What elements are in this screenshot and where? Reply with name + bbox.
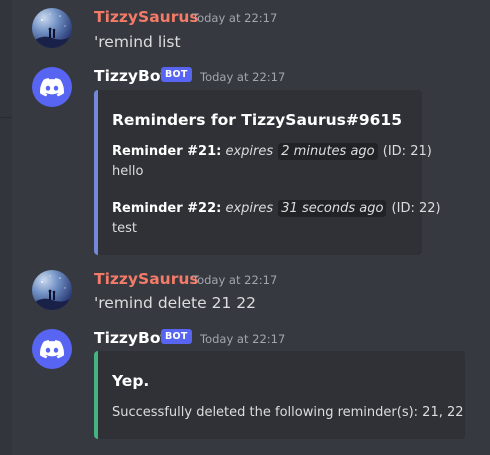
discord-logo-icon	[40, 339, 64, 358]
author-name[interactable]: TizzySaurus	[94, 8, 199, 26]
message-timestamp[interactable]: Today at 22:17	[200, 70, 285, 84]
discord-logo-icon	[40, 77, 64, 96]
reminder-label: Reminder #22:	[112, 201, 222, 216]
bot-tag: BOT	[161, 67, 192, 82]
message-timestamp[interactable]: Today at 22:17	[192, 11, 277, 25]
author-name[interactable]: TizzyBot	[94, 329, 168, 347]
reminder-field-header: Reminder #22: expires 31 seconds ago (ID…	[112, 200, 441, 217]
confirmation-embed: Yep. Successfully deleted the following …	[94, 351, 465, 439]
reminder-body: test	[112, 221, 137, 236]
message-content: 'remind list	[94, 33, 181, 51]
message-content: 'remind delete 21 22	[94, 294, 256, 312]
embed-title: Reminders for TizzySaurus#9615	[112, 111, 402, 129]
author-name[interactable]: TizzySaurus	[94, 270, 199, 288]
bot-avatar[interactable]	[32, 329, 72, 369]
message-timestamp[interactable]: Today at 22:17	[200, 332, 285, 346]
reminder-label: Reminder #21:	[112, 144, 222, 159]
message-timestamp[interactable]: Today at 22:17	[192, 273, 277, 287]
user-avatar[interactable]	[32, 8, 72, 48]
server-sidebar-edge	[0, 0, 12, 455]
sidebar-divider	[0, 117, 12, 118]
reminder-field-header: Reminder #21: expires 2 minutes ago (ID:…	[112, 143, 432, 160]
author-name[interactable]: TizzyBot	[94, 67, 168, 85]
expires-label: expires	[225, 144, 274, 159]
bot-avatar[interactable]	[32, 67, 72, 107]
embed-description: Successfully deleted the following remin…	[112, 405, 464, 420]
reminder-id: (ID: 21)	[382, 144, 432, 159]
expires-label: expires	[225, 201, 274, 216]
embed-title: Yep.	[112, 372, 150, 390]
bot-tag: BOT	[161, 329, 192, 344]
reminder-id: (ID: 22)	[391, 201, 441, 216]
expires-value: 31 seconds ago	[278, 200, 387, 217]
expires-value: 2 minutes ago	[278, 143, 378, 160]
reminder-body: hello	[112, 164, 144, 179]
user-avatar[interactable]	[32, 270, 72, 310]
reminders-embed: Reminders for TizzySaurus#9615 Reminder …	[94, 90, 441, 255]
